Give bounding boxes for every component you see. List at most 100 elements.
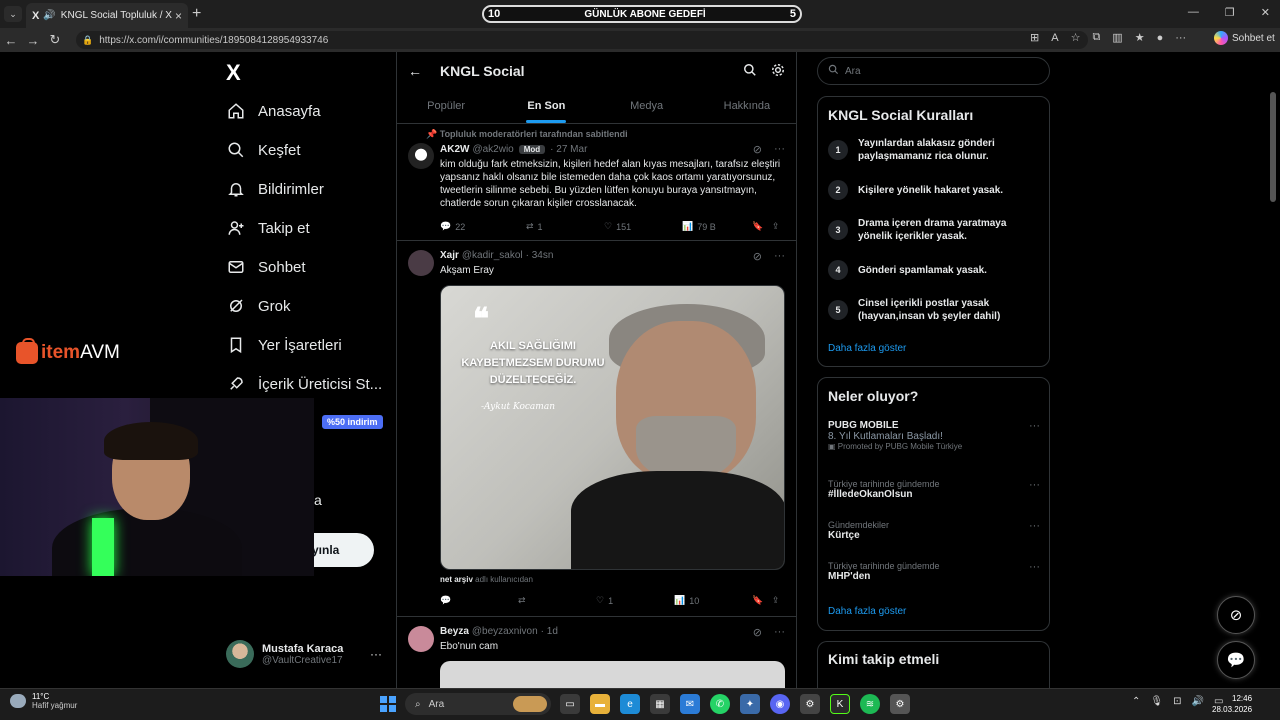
extensions-icon[interactable]: ⧉: [1092, 31, 1100, 44]
avatar[interactable]: [408, 250, 434, 276]
account-more-icon[interactable]: ···: [370, 647, 382, 661]
app-icon[interactable]: ✦: [740, 694, 760, 714]
back-arrow-icon[interactable]: ←: [408, 63, 422, 79]
media-credit[interactable]: net arşiv adlı kullanıcıdan: [440, 575, 533, 584]
grok-icon[interactable]: ⊘: [753, 143, 762, 156]
more-icon[interactable]: ···: [774, 626, 785, 639]
post-time[interactable]: · 1d: [541, 626, 558, 637]
page-scrollbar[interactable]: [1266, 52, 1280, 688]
nav-grok[interactable]: Grok: [226, 296, 291, 316]
grok-fab-icon[interactable]: ⊘: [1217, 596, 1255, 634]
network-icon[interactable]: ⊡: [1173, 696, 1181, 707]
like-button[interactable]: ♡ 1: [596, 595, 674, 606]
speaker-icon[interactable]: 🔊: [43, 10, 55, 21]
microphone-icon[interactable]: 🎙: [1150, 696, 1163, 707]
post-time[interactable]: · 27 Mar: [550, 144, 587, 155]
windows-start-icon[interactable]: [380, 696, 396, 712]
file-explorer-icon[interactable]: ▬: [590, 694, 610, 714]
close-window-icon[interactable]: ✕: [1261, 6, 1270, 19]
nav-notifications[interactable]: Bildirimler: [226, 179, 324, 199]
views-button[interactable]: 📊 10: [674, 595, 752, 606]
avatar[interactable]: [408, 626, 434, 652]
post-author[interactable]: Xajr: [440, 250, 459, 261]
forward-icon[interactable]: →: [22, 33, 44, 48]
search-icon[interactable]: [743, 63, 757, 80]
close-tab-icon[interactable]: ×: [175, 9, 182, 23]
share-icon[interactable]: ⇪: [772, 221, 780, 232]
more-icon[interactable]: ···: [1029, 479, 1040, 491]
post-image[interactable]: ❝ AKIL SAĞLIĞIMI KAYBETMEZSEM DURUMU DÜZ…: [440, 285, 785, 570]
nav-explore[interactable]: Keşfet: [226, 140, 301, 160]
more-icon[interactable]: ···: [1029, 420, 1040, 432]
taskbar-clock[interactable]: 12:46 28.03.2026: [1212, 693, 1252, 715]
reply-button[interactable]: 💬: [440, 595, 518, 606]
edge-icon[interactable]: e: [620, 694, 640, 714]
spotify-icon[interactable]: ≋: [860, 694, 880, 714]
url-field[interactable]: 🔒 https://x.com/i/communities/1895084128…: [76, 31, 1088, 49]
grok-icon[interactable]: ⊘: [753, 250, 762, 263]
copilot-button[interactable]: Sohbet et: [1214, 31, 1275, 45]
pinned-post[interactable]: 📌 Topluluk moderatörleri tarafından sabi…: [396, 125, 797, 241]
refresh-icon[interactable]: ↻: [44, 32, 66, 48]
tab-about[interactable]: Hakkında: [697, 90, 797, 123]
show-more-link[interactable]: Daha fazla göster: [828, 343, 906, 354]
scrollbar-thumb[interactable]: [1270, 92, 1276, 202]
bookmark-icon[interactable]: 🔖: [752, 221, 772, 232]
post-handle[interactable]: @beyzaxnivon: [472, 626, 538, 637]
steam-icon[interactable]: ⚙: [800, 694, 820, 714]
nav-home[interactable]: Anasayfa: [226, 101, 321, 121]
settings-gear-icon[interactable]: [771, 63, 785, 80]
task-view-icon[interactable]: ▭: [560, 694, 580, 714]
grok-icon[interactable]: ⊘: [753, 626, 762, 639]
post[interactable]: Beyza @beyzaxnivon · 1d ⊘ ··· Ebo'nun cam: [396, 617, 797, 688]
chevron-up-icon[interactable]: ⌃: [1132, 696, 1140, 707]
credit-user[interactable]: net arşiv: [440, 575, 473, 584]
more-icon[interactable]: ···: [774, 250, 785, 263]
tab-media[interactable]: Medya: [597, 90, 697, 123]
more-icon[interactable]: ···: [1029, 561, 1040, 573]
post-author[interactable]: Beyza: [440, 626, 469, 637]
show-more-link[interactable]: Daha fazla göster: [828, 606, 906, 617]
favorite-star-icon[interactable]: ☆: [1071, 31, 1081, 44]
search-input[interactable]: Ara: [817, 57, 1050, 85]
trend-item[interactable]: PUBG MOBILE 8. Yıl Kutlamaları Başladı! …: [828, 420, 1040, 451]
messages-fab-icon[interactable]: 💬: [1217, 641, 1255, 679]
post-handle[interactable]: @kadir_sakol: [462, 250, 523, 261]
settings-gear-icon[interactable]: ⚙: [890, 694, 910, 714]
avatar[interactable]: [408, 143, 434, 169]
maximize-icon[interactable]: ❐: [1225, 6, 1235, 19]
x-logo-icon[interactable]: X: [226, 60, 241, 86]
collections-icon[interactable]: ★: [1135, 31, 1145, 44]
app-icon[interactable]: ⊞: [1030, 31, 1039, 44]
post-image[interactable]: [440, 661, 785, 688]
kick-icon[interactable]: K: [830, 694, 850, 714]
post-time[interactable]: · 34sn: [526, 250, 554, 261]
nav-creator-studio[interactable]: İçerik Üreticisi St...: [226, 374, 382, 394]
trend-item[interactable]: Gündemdekiler Kürtçe ···: [828, 520, 1040, 541]
trend-item[interactable]: Türkiye tarihinde gündemde MHP'den ···: [828, 561, 1040, 582]
taskbar-search[interactable]: ⌕ Ara: [405, 693, 551, 715]
discord-icon[interactable]: ◉: [770, 694, 790, 714]
tab-popular[interactable]: Popüler: [396, 90, 496, 123]
nav-partial-label[interactable]: a: [314, 492, 322, 508]
mail-app-icon[interactable]: ✉: [680, 694, 700, 714]
nav-bookmarks[interactable]: Yer İşaretleri: [226, 335, 342, 355]
tab-latest[interactable]: En Son: [496, 90, 596, 123]
post-handle[interactable]: @ak2wio: [472, 144, 513, 155]
read-aloud-icon[interactable]: A: [1051, 32, 1058, 44]
share-icon[interactable]: ⇪: [772, 595, 780, 606]
browser-tab[interactable]: X 🔊 KNGL Social Topluluk / X ×: [26, 3, 188, 28]
account-switcher[interactable]: Mustafa Karaca @VaultCreative17: [226, 640, 343, 668]
more-icon[interactable]: ···: [774, 143, 785, 156]
post-author[interactable]: AK2W: [440, 144, 469, 155]
store-icon[interactable]: ▦: [650, 694, 670, 714]
split-screen-icon[interactable]: ▥: [1112, 31, 1122, 44]
more-icon[interactable]: ···: [1175, 32, 1186, 44]
repost-button[interactable]: ⇄: [518, 595, 596, 606]
tab-list-chevron-icon[interactable]: ⌄: [4, 6, 22, 22]
reply-button[interactable]: 💬 22: [440, 221, 526, 232]
views-button[interactable]: 📊 79 B: [682, 221, 752, 232]
trend-item[interactable]: Türkiye tarihinde gündemde #İlledeOkanOl…: [828, 479, 1040, 500]
whatsapp-icon[interactable]: ✆: [710, 694, 730, 714]
nav-follow[interactable]: Takip et: [226, 218, 310, 238]
